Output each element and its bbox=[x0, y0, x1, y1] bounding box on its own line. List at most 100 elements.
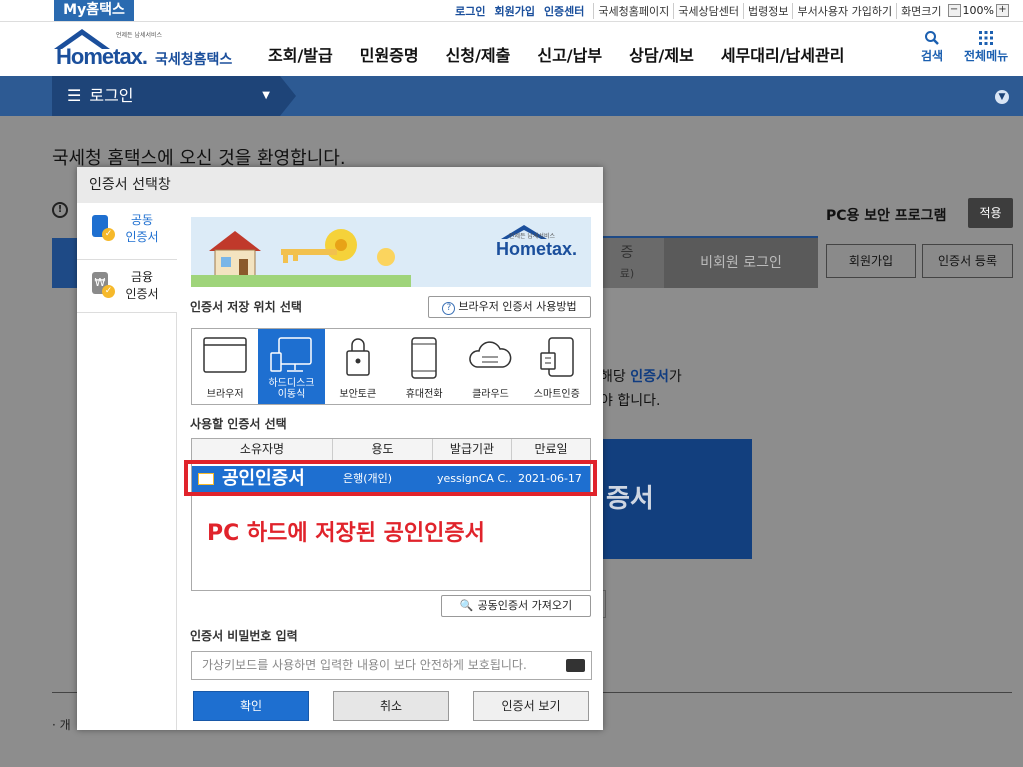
store-mobile-phone[interactable]: 휴대전화 bbox=[391, 329, 457, 404]
store-harddisk[interactable]: 하드디스크 이동식 bbox=[258, 329, 325, 404]
mobile-phone-icon bbox=[411, 337, 437, 379]
top-link-dept-user[interactable]: 부서사용자 가입하기 bbox=[792, 2, 896, 19]
cancel-button[interactable]: 취소 bbox=[333, 691, 449, 721]
arrow-shape bbox=[280, 76, 296, 116]
my-hometax-tab[interactable]: My홈택스 bbox=[54, 0, 134, 21]
store-cloud-label: 클라우드 bbox=[472, 389, 509, 400]
tab-non-member[interactable]: 비회원 로그인 bbox=[664, 238, 818, 288]
zoom-out-button[interactable]: − bbox=[947, 4, 961, 17]
top-link-cert-center[interactable]: 인증센터 bbox=[544, 3, 584, 19]
password-label: 인증서 비밀번호 입력 bbox=[190, 629, 298, 643]
annotation-text: PC 하드에 저장된 공인인증서 bbox=[207, 521, 485, 546]
grid-menu-icon bbox=[979, 31, 994, 45]
import-cert-button[interactable]: 🔍 공동인증서 가져오기 bbox=[441, 595, 591, 617]
search-label: 검색 bbox=[921, 49, 944, 63]
tab-cert-partial-label: 증 bbox=[620, 245, 634, 261]
virtual-keyboard-icon[interactable] bbox=[566, 659, 585, 672]
cloud-icon bbox=[469, 341, 512, 368]
browser-window-icon bbox=[203, 337, 247, 373]
password-placeholder: 가상키보드를 사용하면 입력한 내용이 보다 안전하게 보호됩니다. bbox=[202, 658, 527, 672]
import-cert-label: 공동인증서 가져오기 bbox=[477, 599, 573, 612]
info-line-1-a: 해당 bbox=[600, 369, 631, 385]
sidebar-tab-finance-cert[interactable]: ₩ ✓ 금융 인증서 bbox=[77, 259, 177, 313]
sidebar-tab-joint-cert[interactable]: ✓ 공동 인증서 bbox=[77, 203, 177, 259]
hometax-logo[interactable]: 언제든 납세서비스 Hometax. 국세청홈택스 bbox=[52, 27, 242, 71]
nav-inquiry[interactable]: 조회/발급 bbox=[268, 42, 333, 66]
check-badge-icon: ✓ bbox=[102, 285, 115, 298]
store-smart-auth[interactable]: 스마트인증 bbox=[524, 329, 590, 404]
password-input[interactable]: 가상키보드를 사용하면 입력한 내용이 보다 안전하게 보호됩니다. bbox=[191, 651, 592, 680]
sidebar-tab-finance-label: 금융 인증서 bbox=[125, 270, 159, 301]
store-smart-auth-label: 스마트인증 bbox=[533, 389, 580, 400]
logo-text: Hometax. bbox=[56, 44, 148, 69]
tab-underline bbox=[603, 236, 818, 238]
all-menu-button[interactable]: 전체메뉴 bbox=[964, 30, 1008, 64]
nav-tax-agent[interactable]: 세무대리/납세관리 bbox=[721, 42, 845, 66]
apply-button[interactable]: 적용 bbox=[968, 198, 1013, 228]
store-security-token[interactable]: 보안토큰 bbox=[325, 329, 391, 404]
global-nav: 조회/발급 민원증명 신청/제출 신고/납부 상담/제보 세무대리/납세관리 bbox=[268, 42, 871, 66]
col-usage[interactable]: 용도 bbox=[333, 439, 433, 460]
col-owner[interactable]: 소유자명 bbox=[192, 439, 333, 460]
hometax-banner: 언제든 납세서비스 Hometax. bbox=[191, 217, 591, 287]
nav-certificates[interactable]: 민원증명 bbox=[360, 42, 419, 66]
view-cert-button[interactable]: 인증서 보기 bbox=[473, 691, 589, 721]
top-links: 로그인 회원가입 인증센터 국세청홈페이지 국세상담센터 법령정보 부서사용자 … bbox=[455, 0, 1011, 21]
harddisk-usb-icon bbox=[270, 337, 313, 372]
dialog-title: 인증서 선택창 bbox=[77, 167, 603, 203]
security-token-icon bbox=[346, 338, 370, 376]
all-menu-label: 전체메뉴 bbox=[964, 49, 1009, 63]
zoom-in-button[interactable]: + bbox=[996, 4, 1009, 17]
login-dropdown-label: 로그인 bbox=[89, 86, 134, 105]
browser-cert-howto-button[interactable]: ? 브라우저 인증서 사용방법 bbox=[428, 296, 591, 318]
info-line-2: 야 합니다. bbox=[600, 393, 661, 409]
top-link-join[interactable]: 회원가입 bbox=[494, 3, 534, 19]
chevron-down-icon[interactable]: ▼ bbox=[995, 90, 1009, 104]
cert-selection-dialog: 인증서 선택창 ✓ 공동 인증서 ₩ ✓ 금융 인증서 언제든 납세서비스 Ho… bbox=[77, 167, 603, 730]
info-line-1-cert: 인증서 bbox=[630, 369, 669, 385]
house-key-illustration-icon bbox=[191, 229, 411, 287]
nav-report-pay[interactable]: 신고/납부 bbox=[537, 42, 602, 66]
top-link-screen-size: 화면크기 bbox=[896, 2, 945, 19]
hamburger-icon: ☰ bbox=[67, 86, 82, 105]
store-browser-label: 브라우저 bbox=[206, 389, 244, 400]
join-button[interactable]: 회원가입 bbox=[826, 244, 916, 278]
check-badge-icon: ✓ bbox=[102, 228, 115, 241]
pc-security-label: PC용 보안 프로그램 bbox=[826, 208, 947, 224]
question-icon: ? bbox=[442, 302, 456, 315]
search-icon bbox=[925, 31, 939, 45]
login-dropdown[interactable]: ☰ 로그인 ▼ bbox=[52, 76, 296, 116]
info-icon: ! bbox=[52, 202, 68, 218]
nav-apply[interactable]: 신청/제출 bbox=[446, 42, 511, 66]
top-link-consult[interactable]: 국세상담센터 bbox=[673, 2, 743, 19]
howto-label: 브라우저 인증서 사용방법 bbox=[458, 300, 577, 313]
info-line-1-c: 가 bbox=[668, 369, 682, 385]
storage-section-label: 인증서 저장 위치 선택 bbox=[190, 300, 302, 314]
confirm-button[interactable]: 확인 bbox=[193, 691, 309, 721]
search-button[interactable]: 검색 bbox=[921, 30, 943, 64]
top-utility-bar: My홈택스 로그인 회원가입 인증센터 국세청홈페이지 국세상담센터 법령정보 … bbox=[0, 0, 1023, 22]
smart-auth-icon bbox=[540, 337, 574, 377]
tab-cert-partial-sub: 료) bbox=[619, 267, 635, 280]
top-link-nts[interactable]: 국세청홈페이지 bbox=[593, 2, 673, 19]
store-harddisk-label: 하드디스크 이동식 bbox=[268, 378, 315, 400]
footnote-text: · 개 bbox=[52, 718, 71, 732]
col-expiry[interactable]: 만료일 bbox=[512, 439, 590, 460]
nav-consult[interactable]: 상담/제보 bbox=[629, 42, 694, 66]
store-cloud[interactable]: 클라우드 bbox=[457, 329, 523, 404]
cert-login-big-button[interactable]: 증서 bbox=[600, 439, 752, 559]
store-browser[interactable]: 브라우저 bbox=[192, 329, 258, 404]
top-link-login[interactable]: 로그인 bbox=[455, 3, 485, 19]
store-security-token-label: 보안토큰 bbox=[339, 389, 377, 400]
zoom-level: 100% bbox=[962, 4, 994, 17]
cert-table-header: 소유자명 용도 발급기관 만료일 bbox=[192, 439, 590, 461]
top-link-law[interactable]: 법령정보 bbox=[743, 2, 792, 19]
banner-logo-text: Hometax. bbox=[495, 239, 577, 259]
logo-korean: 국세청홈택스 bbox=[155, 52, 233, 68]
register-cert-button[interactable]: 인증서 등록 bbox=[922, 244, 1013, 278]
sidebar-tab-joint-label: 공동 인증서 bbox=[125, 213, 159, 244]
col-issuer[interactable]: 발급기관 bbox=[433, 439, 512, 460]
highlight-annotation-box bbox=[184, 460, 597, 496]
storage-location-options: 브라우저 하드디스크 이동식 보안토큰 휴대전화 클라우드 스마트인증 bbox=[191, 328, 591, 405]
cert-type-sidebar: ✓ 공동 인증서 ₩ ✓ 금융 인증서 bbox=[77, 203, 177, 730]
